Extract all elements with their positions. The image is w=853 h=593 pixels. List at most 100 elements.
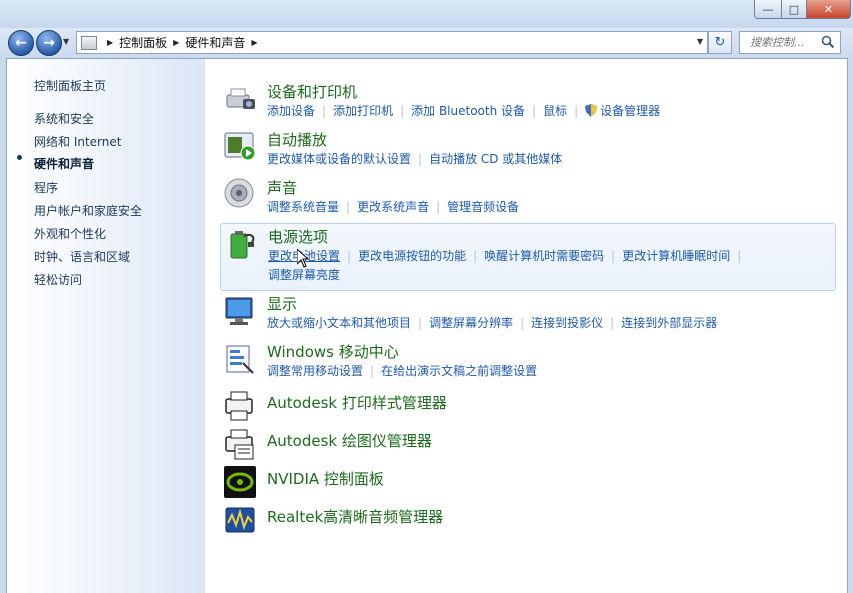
- category-realtek: Realtek高清晰音频管理器: [220, 503, 834, 539]
- speaker-icon: [224, 178, 254, 208]
- recent-pages-dropdown[interactable]: ▼: [63, 37, 69, 46]
- category-title[interactable]: Autodesk 打印样式管理器: [267, 392, 447, 413]
- link-separator: |: [574, 104, 579, 118]
- link-zoom-text[interactable]: 放大或缩小文本和其他项目: [267, 316, 411, 330]
- arrow-left-icon: ←: [15, 35, 27, 51]
- category-title[interactable]: 设备和打印机: [267, 81, 357, 102]
- link-adjust-volume[interactable]: 调整系统音量: [267, 200, 339, 214]
- link-change-sounds[interactable]: 更改系统声音: [357, 200, 429, 214]
- window-controls: — □ ✕: [754, 0, 851, 19]
- print-style-manager-icon: [225, 391, 253, 421]
- link-separator: |: [610, 316, 615, 330]
- category-title[interactable]: 电源选项: [268, 226, 328, 247]
- link-connect-projector[interactable]: 连接到投影仪: [531, 316, 603, 330]
- sidebar-item-home[interactable]: 控制面板主页: [34, 77, 106, 94]
- category-links-row2: 调整屏幕亮度: [268, 266, 340, 283]
- link-separator: |: [347, 249, 352, 263]
- link-separator: |: [611, 249, 616, 263]
- chevron-right-icon[interactable]: ▶: [107, 38, 113, 47]
- address-dropdown-icon[interactable]: ▼: [697, 37, 703, 46]
- category-title[interactable]: 自动播放: [267, 129, 327, 150]
- link-screen-resolution[interactable]: 调整屏幕分辨率: [429, 316, 513, 330]
- category-autodesk-print-style: Autodesk 打印样式管理器: [220, 389, 834, 425]
- link-add-device[interactable]: 添加设备: [267, 104, 315, 118]
- control-panel-icon: [81, 35, 97, 50]
- minimize-button[interactable]: —: [754, 0, 782, 19]
- category-devices-printers: 设备和打印机 添加设备 | 添加打印机 | 添加 Bluetooth 设备 | 鼠标 | 设备管…: [220, 77, 834, 121]
- breadcrumb-hardware-sound[interactable]: 硬件和声音: [185, 34, 245, 51]
- sidebar-item-ease-of-access[interactable]: 轻松访问: [34, 271, 82, 288]
- title-bar: — □ ✕: [0, 0, 853, 28]
- link-manage-audio[interactable]: 管理音频设备: [447, 200, 519, 214]
- sidebar-item-hardware-sound: 硬件和声音: [34, 157, 95, 171]
- refresh-button[interactable]: ↻: [708, 31, 732, 54]
- autoplay-icon: [224, 132, 256, 161]
- link-separator: |: [322, 104, 327, 118]
- category-links: 放大或缩小文本和其他项目 | 调整屏幕分辨率 | 连接到投影仪 | 连接到外部显示器: [267, 314, 717, 331]
- category-mobility-center: Windows 移动中心 调整常用移动设置 | 在给出演示文稿之前调整设置: [220, 341, 834, 385]
- breadcrumb-control-panel[interactable]: 控制面板: [119, 34, 167, 51]
- category-title[interactable]: 显示: [267, 293, 297, 314]
- link-common-mobility-settings[interactable]: 调整常用移动设置: [267, 364, 363, 378]
- link-separator: |: [370, 364, 375, 378]
- main-panel: 设备和打印机 添加设备 | 添加打印机 | 添加 Bluetooth 设备 | 鼠标 | 设备管…: [206, 59, 847, 593]
- link-separator: |: [418, 152, 423, 166]
- chevron-down-icon: ▼: [63, 37, 70, 46]
- address-bar[interactable]: ▶ 控制面板 ▶ 硬件和声音 ▶ ▼: [76, 31, 708, 54]
- monitor-icon: [225, 297, 253, 325]
- sidebar: 控制面板主页 系统和安全 网络和 Internet 硬件和声音 程序 用户帐户和…: [7, 59, 205, 593]
- link-power-button-function[interactable]: 更改电源按钮的功能: [358, 249, 466, 263]
- link-autoplay-cd[interactable]: 自动播放 CD 或其他媒体: [429, 152, 562, 166]
- sidebar-item-appearance[interactable]: 外观和个性化: [34, 225, 106, 242]
- search-input[interactable]: [748, 35, 828, 50]
- category-links: 添加设备 | 添加打印机 | 添加 Bluetooth 设备 | 鼠标 | 设备管理器: [267, 102, 660, 119]
- mouse-cursor-icon: [297, 249, 309, 268]
- link-separator: |: [520, 316, 525, 330]
- category-sound: 声音 调整系统音量 | 更改系统声音 | 管理音频设备: [220, 173, 834, 217]
- forward-button[interactable]: →: [36, 30, 62, 56]
- link-device-manager[interactable]: 设备管理器: [600, 104, 660, 118]
- content-area: 控制面板主页 系统和安全 网络和 Internet 硬件和声音 程序 用户帐户和…: [6, 58, 848, 593]
- category-links: 调整常用移动设置 | 在给出演示文稿之前调整设置: [267, 362, 537, 379]
- back-button[interactable]: ←: [8, 30, 34, 56]
- category-nvidia: NVIDIA 控制面板: [220, 465, 834, 501]
- category-links: 更改媒体或设备的默认设置 | 自动播放 CD 或其他媒体: [267, 150, 562, 167]
- category-display: 显示 放大或缩小文本和其他项目 | 调整屏幕分辨率 | 连接到投影仪 | 连接到外部显示器: [220, 293, 834, 337]
- category-title[interactable]: NVIDIA 控制面板: [267, 468, 384, 489]
- link-external-display[interactable]: 连接到外部显示器: [621, 316, 717, 330]
- chevron-right-icon[interactable]: ▶: [173, 38, 179, 47]
- plotter-manager-icon: [225, 429, 254, 460]
- search-box: [739, 31, 841, 54]
- sidebar-item-network[interactable]: 网络和 Internet: [34, 133, 121, 150]
- link-separator: |: [436, 200, 441, 214]
- search-icon[interactable]: [821, 35, 835, 49]
- link-add-printer[interactable]: 添加打印机: [333, 104, 393, 118]
- mobility-center-icon: [226, 345, 254, 374]
- navigation-bar: ← → ▼ ▶ 控制面板 ▶ 硬件和声音 ▶ ▼ ↻: [0, 28, 853, 58]
- link-mouse[interactable]: 鼠标: [543, 104, 567, 118]
- category-links: 更改电池设置|更改电源按钮的功能|唤醒计算机时需要密码|更改计算机睡眠时间|: [268, 247, 748, 264]
- sidebar-item-user-accounts[interactable]: 用户帐户和家庭安全: [34, 202, 142, 219]
- current-item-bullet: [17, 155, 22, 160]
- link-presentation-settings[interactable]: 在给出演示文稿之前调整设置: [381, 364, 537, 378]
- sidebar-item-programs[interactable]: 程序: [34, 179, 58, 196]
- sidebar-item-clock-region[interactable]: 时钟、语言和区域: [34, 248, 130, 265]
- nvidia-icon: [224, 466, 256, 498]
- maximize-button[interactable]: □: [782, 0, 807, 19]
- battery-plug-icon: [230, 231, 255, 259]
- link-change-media-defaults[interactable]: 更改媒体或设备的默认设置: [267, 152, 411, 166]
- category-title[interactable]: Realtek高清晰音频管理器: [267, 506, 443, 527]
- link-separator: |: [400, 104, 405, 118]
- link-require-password[interactable]: 唤醒计算机时需要密码: [484, 249, 604, 263]
- sidebar-item-system-security[interactable]: 系统和安全: [34, 110, 94, 127]
- link-adjust-brightness[interactable]: 调整屏幕亮度: [268, 268, 340, 282]
- chevron-right-icon[interactable]: ▶: [251, 38, 257, 47]
- close-button[interactable]: ✕: [807, 0, 851, 19]
- category-title[interactable]: 声音: [267, 177, 297, 198]
- link-separator: |: [418, 316, 423, 330]
- link-sleep-time[interactable]: 更改计算机睡眠时间: [622, 249, 730, 263]
- link-add-bluetooth[interactable]: 添加 Bluetooth 设备: [411, 104, 525, 118]
- category-title[interactable]: Autodesk 绘图仪管理器: [267, 430, 432, 451]
- category-autodesk-plotter: Autodesk 绘图仪管理器: [220, 427, 834, 463]
- category-title[interactable]: Windows 移动中心: [267, 341, 399, 362]
